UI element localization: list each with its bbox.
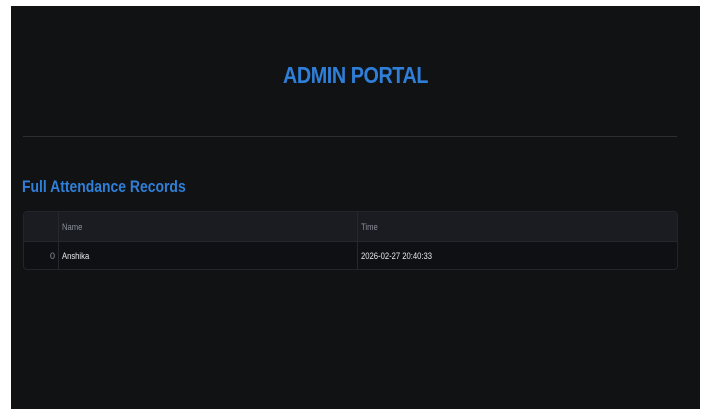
table-header: Name Time <box>24 212 677 242</box>
name-cell[interactable]: Anshika <box>62 242 94 269</box>
row-index-cell: 0 <box>50 242 55 269</box>
column-header-label: Time <box>361 221 378 232</box>
name-value: Anshika <box>62 250 90 261</box>
column-separator <box>58 242 59 269</box>
row-index: 0 <box>50 250 56 261</box>
section-heading: Full Attendance Records <box>22 177 186 196</box>
time-value: 2026-02-27 20:40:33 <box>361 250 433 261</box>
column-header-label: Name <box>62 221 83 232</box>
column-separator <box>357 242 358 269</box>
attendance-table[interactable]: Name Time 0 Anshika 2026-02-27 20:40:33 <box>23 211 678 270</box>
column-separator <box>357 212 358 241</box>
divider <box>23 136 677 137</box>
column-header-name[interactable]: Name <box>62 212 86 241</box>
column-separator <box>58 212 59 241</box>
column-header-time[interactable]: Time <box>361 212 381 241</box>
table-row[interactable]: 0 Anshika 2026-02-27 20:40:33 <box>24 242 677 269</box>
time-cell[interactable]: 2026-02-27 20:40:33 <box>361 242 445 269</box>
app-window: ADMIN PORTAL Full Attendance Records Nam… <box>11 6 700 409</box>
page-title: ADMIN PORTAL <box>282 62 429 88</box>
